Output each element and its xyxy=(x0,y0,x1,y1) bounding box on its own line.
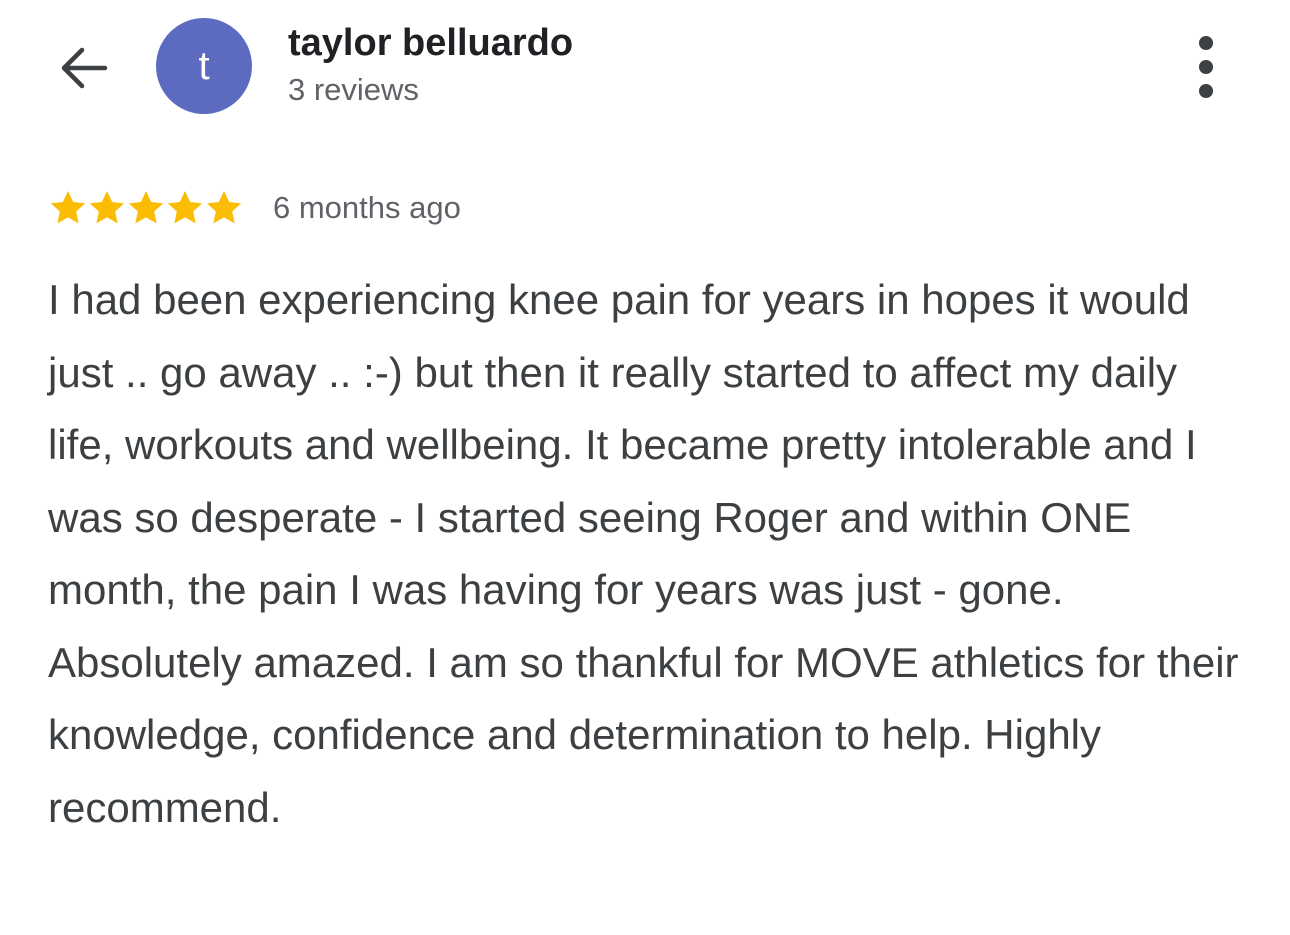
more-vert-icon-dot xyxy=(1199,84,1213,98)
review-text: I had been experiencing knee pain for ye… xyxy=(48,276,1239,831)
star-icon xyxy=(167,191,203,224)
avatar[interactable]: t xyxy=(156,18,252,114)
star-icon xyxy=(128,191,164,224)
more-vert-icon xyxy=(1199,36,1213,50)
back-button[interactable] xyxy=(52,40,114,96)
rating-row: 6 months ago xyxy=(48,184,461,232)
more-options-button[interactable] xyxy=(1188,36,1224,98)
star-icon xyxy=(89,191,125,224)
review-count: 3 reviews xyxy=(288,72,419,107)
review-date: 6 months ago xyxy=(273,190,461,225)
star-icon xyxy=(206,191,242,224)
review-detail-page: t taylor belluardo 3 reviews 6 months ag… xyxy=(0,0,1290,935)
more-vert-icon-dot xyxy=(1199,60,1213,74)
arrow-left-icon xyxy=(61,47,108,89)
reviewer-name[interactable]: taylor belluardo xyxy=(288,22,573,65)
star-icon xyxy=(50,191,86,224)
star-rating xyxy=(48,188,243,228)
avatar-letter: t xyxy=(198,44,210,88)
